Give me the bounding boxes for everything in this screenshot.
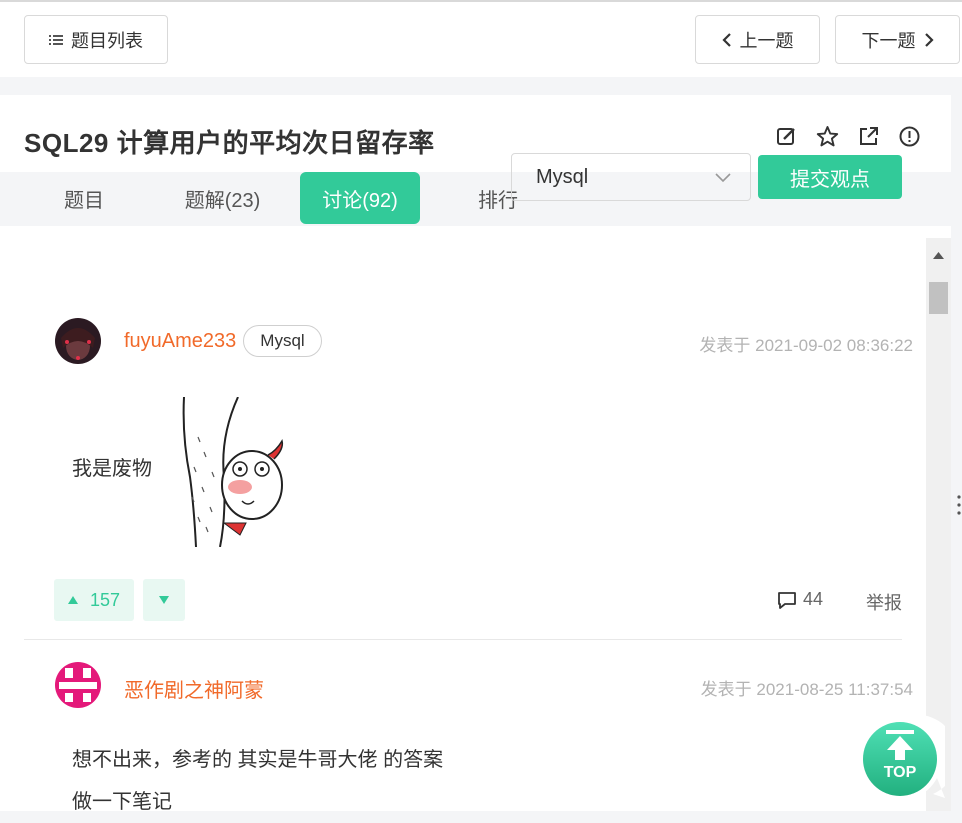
chevron-left-icon — [721, 32, 732, 47]
language-tag: Mysql — [243, 325, 322, 357]
arrow-down-icon — [159, 596, 169, 604]
next-problem-button[interactable]: 下一题 — [835, 15, 960, 64]
post-content: 想不出来，参考的 其实是牛哥大佬 的答案 做一下笔记 — [72, 739, 443, 823]
title-actions — [775, 125, 921, 148]
tab-problem[interactable]: 题目 — [44, 172, 124, 224]
post-username[interactable]: 恶作剧之神阿蒙 — [124, 674, 264, 703]
downvote-button[interactable] — [143, 579, 185, 621]
upvote-button[interactable]: 157 — [54, 579, 134, 621]
chevron-down-icon — [714, 168, 732, 192]
drag-handle-icon[interactable] — [956, 494, 962, 521]
report-icon[interactable] — [898, 125, 921, 148]
top-toolbar: 题目列表 上一题 下一题 — [0, 0, 962, 77]
arrow-up-icon — [67, 596, 78, 604]
edit-icon[interactable] — [775, 125, 798, 148]
comment-button[interactable]: 44 — [777, 589, 823, 610]
post-divider — [24, 639, 902, 640]
avatar[interactable] — [55, 662, 101, 708]
prev-problem-button[interactable]: 上一题 — [695, 15, 820, 64]
prev-problem-label: 上一题 — [739, 30, 794, 51]
back-to-top-button[interactable]: TOP — [855, 714, 958, 804]
chevron-right-icon — [924, 32, 934, 47]
report-link[interactable]: 举报 — [866, 589, 902, 615]
scroll-up-arrow-icon[interactable] — [933, 246, 944, 264]
meme-sticker-image — [180, 396, 284, 548]
post-username[interactable]: fuyuAme233 — [124, 330, 236, 353]
post-content-line: 想不出来，参考的 其实是牛哥大佬 的答案 — [72, 749, 444, 771]
next-problem-label: 下一题 — [861, 30, 916, 51]
upvote-count: 157 — [89, 589, 121, 610]
comment-count: 44 — [803, 589, 824, 609]
scrollbar-thumb[interactable] — [929, 282, 948, 314]
language-select[interactable]: Mysql — [511, 153, 751, 201]
post-time: 发表于 2021-08-25 11:37:54 — [700, 680, 913, 699]
page-title: SQL29 计算用户的平均次日留存率 — [24, 128, 435, 158]
tab-solutions[interactable]: 题解(23) — [165, 172, 280, 224]
list-icon — [49, 34, 63, 46]
star-icon[interactable] — [816, 125, 839, 148]
tab-discussion[interactable]: 讨论(92) — [300, 172, 420, 224]
submit-opinion-button[interactable]: 提交观点 — [758, 155, 902, 199]
share-icon[interactable] — [857, 125, 880, 148]
problem-list-label: 题目列表 — [71, 30, 143, 51]
avatar[interactable] — [55, 318, 101, 364]
problem-list-button[interactable]: 题目列表 — [24, 15, 168, 64]
post-time: 发表于 2021-09-02 08:36:22 — [699, 336, 913, 355]
comment-icon — [777, 590, 797, 610]
language-select-value: Mysql — [536, 165, 589, 188]
post-content-line: 做一下笔记 — [72, 791, 172, 813]
post-content: 我是废物 — [72, 458, 152, 480]
back-to-top-label: TOP — [883, 764, 917, 781]
